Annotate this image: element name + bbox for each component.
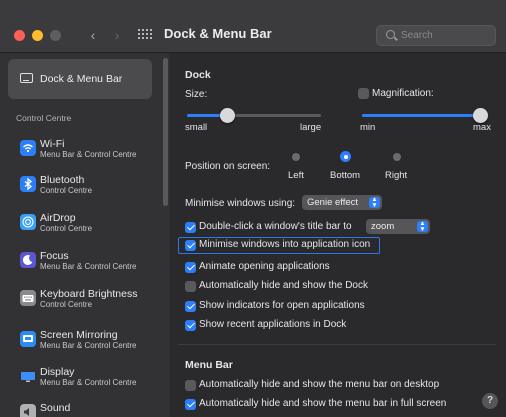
keyboard-icon — [20, 290, 36, 306]
search-icon — [386, 30, 395, 39]
autohide-menubar-desktop-checkbox[interactable] — [185, 380, 196, 391]
magnification-max-label: max — [473, 122, 491, 133]
wifi-icon — [20, 140, 36, 156]
position-label: Position on screen: — [185, 161, 271, 172]
sidebar-item-title: Display — [40, 366, 75, 378]
preferences-window: ‹ › Dock & Menu Bar Search Dock & Menu B… — [0, 0, 506, 417]
size-max-label: large — [300, 122, 322, 133]
double-click-action-value: zoom — [371, 221, 395, 232]
autohide-dock-label: Automatically hide and show the Dock — [199, 280, 368, 291]
sidebar-item-wifi[interactable]: Wi-Fi Menu Bar & Control Centre — [20, 136, 160, 166]
minimize-window-button[interactable] — [32, 30, 43, 41]
double-click-label: Double-click a window's title bar to — [199, 221, 352, 232]
minimise-using-label: Minimise windows using: — [185, 198, 296, 209]
magnification-min-label: min — [360, 122, 376, 133]
position-right-label: Right — [385, 170, 408, 181]
sidebar-item-display[interactable]: Display Menu Bar & Control Centre — [20, 364, 160, 394]
show-all-grid-icon[interactable] — [138, 29, 152, 41]
magnification-slider-track[interactable] — [362, 114, 480, 117]
sidebar-item-label: Dock & Menu Bar — [40, 73, 123, 85]
autohide-dock-checkbox[interactable] — [185, 281, 196, 292]
title-bar: ‹ › Dock & Menu Bar Search — [0, 0, 506, 53]
sidebar-item-airdrop[interactable]: AirDrop Control Centre — [20, 210, 160, 240]
size-min-label: small — [185, 122, 208, 133]
focus-moon-icon — [20, 252, 36, 268]
sidebar-item-subtitle: Menu Bar & Control Centre — [40, 150, 137, 159]
back-chevron-icon[interactable]: ‹ — [85, 26, 101, 44]
sidebar-item-title: Bluetooth — [40, 174, 85, 186]
screen-mirroring-icon — [20, 331, 36, 347]
show-indicators-label: Show indicators for open applications — [199, 300, 365, 311]
chevron-updown-icon: ▲ ▼ — [417, 220, 428, 232]
magnification-slider-knob[interactable] — [472, 108, 488, 123]
minimise-effect-value: Genie effect — [307, 197, 359, 208]
autohide-menubar-fullscreen-checkbox[interactable] — [185, 399, 196, 410]
display-icon — [20, 368, 36, 384]
double-click-action-popup[interactable]: zoom ▲ ▼ — [366, 219, 430, 234]
sidebar-item-subtitle: Control Centre — [40, 300, 93, 309]
sidebar-item-title: Wi-Fi — [40, 138, 65, 150]
show-indicators-checkbox[interactable] — [185, 301, 196, 312]
size-label: Size: — [185, 89, 208, 100]
sidebar-item-title: Sound — [40, 402, 71, 414]
section-divider — [178, 344, 496, 345]
sidebar-item-title: Keyboard Brightness — [40, 288, 138, 300]
sidebar-item-title: AirDrop — [40, 212, 76, 224]
sidebar-scrollbar[interactable] — [163, 58, 168, 206]
position-left-label: Left — [288, 170, 304, 181]
sidebar-section-label: Control Centre — [16, 113, 72, 123]
dock-heading: Dock — [185, 69, 211, 81]
sidebar-item-bluetooth[interactable]: Bluetooth Control Centre — [20, 172, 160, 202]
bluetooth-icon — [20, 176, 36, 192]
forward-chevron-icon[interactable]: › — [109, 26, 125, 44]
magnification-checkbox[interactable] — [358, 88, 369, 99]
search-field[interactable]: Search — [376, 25, 496, 46]
show-recent-apps-label: Show recent applications in Dock — [199, 319, 347, 330]
show-recent-apps-checkbox[interactable] — [185, 320, 196, 331]
sidebar-item-sound[interactable]: Sound — [20, 400, 160, 417]
sidebar-item-keyboard-brightness[interactable]: Keyboard Brightness Control Centre — [20, 286, 160, 316]
animate-opening-label: Animate opening applications — [199, 261, 330, 272]
animate-opening-checkbox[interactable] — [185, 262, 196, 273]
position-bottom-radio[interactable] — [340, 151, 351, 162]
sidebar-item-subtitle: Menu Bar & Control Centre — [40, 262, 137, 271]
magnification-label: Magnification: — [372, 88, 434, 99]
sidebar-item-title: Focus — [40, 250, 69, 262]
search-placeholder: Search — [401, 30, 433, 41]
sidebar-item-dock-menu-bar[interactable]: Dock & Menu Bar — [8, 59, 152, 99]
sidebar-item-focus[interactable]: Focus Menu Bar & Control Centre — [20, 248, 160, 278]
menu-bar-heading: Menu Bar — [185, 359, 233, 371]
sidebar-item-title: Screen Mirroring — [40, 329, 118, 341]
autohide-menubar-fullscreen-label: Automatically hide and show the menu bar… — [199, 398, 447, 409]
position-left-radio[interactable] — [292, 153, 300, 161]
sidebar-item-subtitle: Menu Bar & Control Centre — [40, 378, 137, 387]
window-title: Dock & Menu Bar — [164, 26, 272, 41]
autohide-menubar-desktop-label: Automatically hide and show the menu bar… — [199, 379, 440, 390]
size-slider-knob[interactable] — [219, 108, 235, 123]
zoom-window-button[interactable] — [50, 30, 61, 41]
size-slider-track[interactable] — [187, 114, 321, 117]
minimise-into-icon-label: Minimise windows into application icon — [199, 239, 371, 250]
sidebar-item-screen-mirroring[interactable]: Screen Mirroring Menu Bar & Control Cent… — [20, 327, 160, 357]
close-window-button[interactable] — [14, 30, 25, 41]
double-click-checkbox[interactable] — [185, 222, 196, 233]
chevron-updown-icon: ▲ ▼ — [369, 196, 380, 208]
sidebar-item-subtitle: Control Centre — [40, 224, 93, 233]
sidebar-item-subtitle: Control Centre — [40, 186, 93, 195]
magnification-slider-fill — [362, 114, 480, 117]
minimise-into-icon-checkbox[interactable] — [185, 240, 196, 251]
minimise-effect-popup[interactable]: Genie effect ▲ ▼ — [302, 195, 382, 210]
help-button[interactable]: ? — [482, 393, 498, 409]
dock-menu-bar-icon — [20, 73, 33, 83]
sidebar-item-subtitle: Menu Bar & Control Centre — [40, 341, 137, 350]
position-right-radio[interactable] — [393, 153, 401, 161]
position-bottom-label: Bottom — [330, 170, 361, 181]
sound-icon — [20, 404, 36, 417]
airdrop-icon — [20, 214, 36, 230]
